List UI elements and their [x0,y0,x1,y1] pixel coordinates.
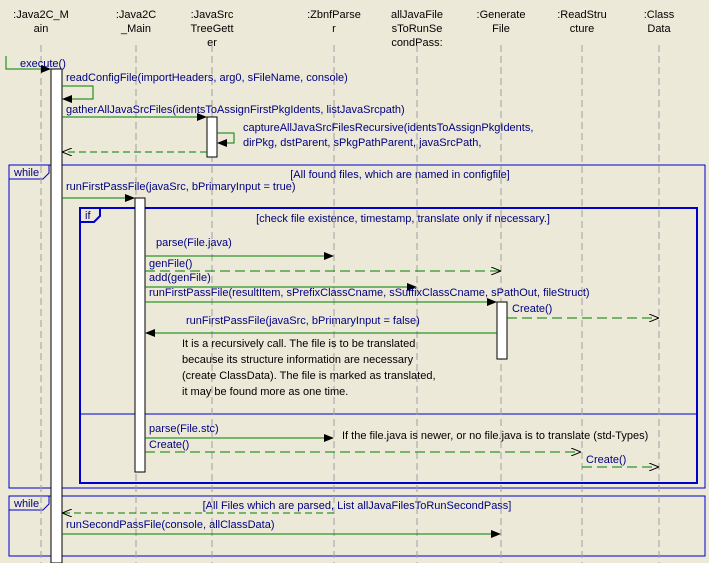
fragment-label: while [13,498,39,510]
participant-generate_file[interactable]: :Generate File [466,3,536,563]
message-create-3-label: Create() [586,454,626,466]
message-read-config-line [62,85,94,103]
participant-label-line: TreeGett [191,23,234,35]
participant-label-line: :Java2C_M [13,9,69,21]
participant-label-line: File [492,23,510,35]
message-gather-label: gatherAllJavaSrcFiles(identsToAssignFirs… [66,104,405,116]
participant-label-line: allJavaFile [391,9,443,21]
message-capture-label-1: captureAllJavaSrcFilesRecursive(identsTo… [243,122,533,134]
fragment-label: while [13,167,39,179]
message-add-gen-file-label: add(genFile) [149,272,211,284]
message-create-2-label: Create() [149,439,189,451]
message-parse-stc-label: parse(File.stc) [149,423,219,435]
message-read-config-label: readConfigFile(importHeaders, arg0, sFil… [66,72,348,84]
activation-generate-file [496,301,508,360]
message-capture-label-2: dirPkg, dstParent, sPkgPathParent, javaS… [243,137,481,149]
message-run-first-pass-label: runFirstPassFile(javaSrc, bPrimaryInput … [66,181,296,193]
participant-label-line: :Generate [477,9,526,21]
participant-label-line: :Java2C [116,9,156,21]
message-gen-file-label: genFile() [149,258,192,270]
message-run-first-pass-result-label: runFirstPassFile(resultItem, sPrefixClas… [149,287,590,299]
note-recursive-line: It is a recursively call. The file is to… [182,338,415,350]
participant-zbnf_parser[interactable]: :ZbnfParse r [299,3,369,563]
lifeline-layer: :Java2C_Main:Java2C_Main:JavaSrcTreeGett… [6,3,694,563]
participant-class_data[interactable]: :Class Data [624,3,694,563]
sequence-diagram: while [All found files, which are named i… [5,3,706,563]
sequence-diagram-canvas: while [All found files, which are named i… [0,0,709,563]
fragment-guard: [All Files which are parsed, List allJav… [203,500,512,512]
participant-label-line: :Class [644,9,675,21]
participant-label-line: :JavaSrc [191,9,234,21]
participant-read_structure[interactable]: :ReadStru cture [547,3,617,563]
fragment-label: if [85,210,91,222]
message-run-second-pass-label: runSecondPassFile(console, allClassData) [66,519,274,531]
fragment-guard: [All found files, which are named in con… [290,169,510,181]
participant-all_java_files[interactable]: allJavaFilesToRunSecondPass: [382,3,452,563]
participant-label-line: :ZbnfParse [307,9,361,21]
participant-java2c_main_1[interactable]: :Java2C_Main [6,3,76,563]
message-capture-line [217,132,235,147]
participant-label-line: ain [34,23,49,35]
activation-java2c-main-2 [134,197,146,473]
message-execute-label: execute() [20,58,66,70]
activation-javasrc-tree-getter [206,116,218,158]
participant-label-line: r [332,23,336,35]
participant-label-line: sToRunSe [392,23,443,35]
participant-label-line: Data [647,23,671,35]
message-parse-java-label: parse(File.java) [156,237,232,249]
fragment-guard: [check file existence, timestamp, transl… [256,213,550,225]
message-create-1-label: Create() [512,303,552,315]
participant-label-line: _Main [120,23,151,35]
note-recursive-line: it may be found more as one time. [182,386,348,398]
participant-label-line: :ReadStru [557,9,607,21]
participant-label-line: cture [570,23,594,35]
note-stc: If the file.java is newer, or no file.ja… [342,430,648,442]
activation-java2c-main-1 [50,68,63,563]
label-layer: execute()readConfigFile(importHeaders, a… [20,58,648,531]
message-run-first-pass-recursive-label: runFirstPassFile(javaSrc, bPrimaryInput … [186,315,420,327]
note-recursive-line: because its structure information are ne… [182,354,414,366]
note-recursive-line: (create ClassData). The file is marked a… [182,370,436,382]
